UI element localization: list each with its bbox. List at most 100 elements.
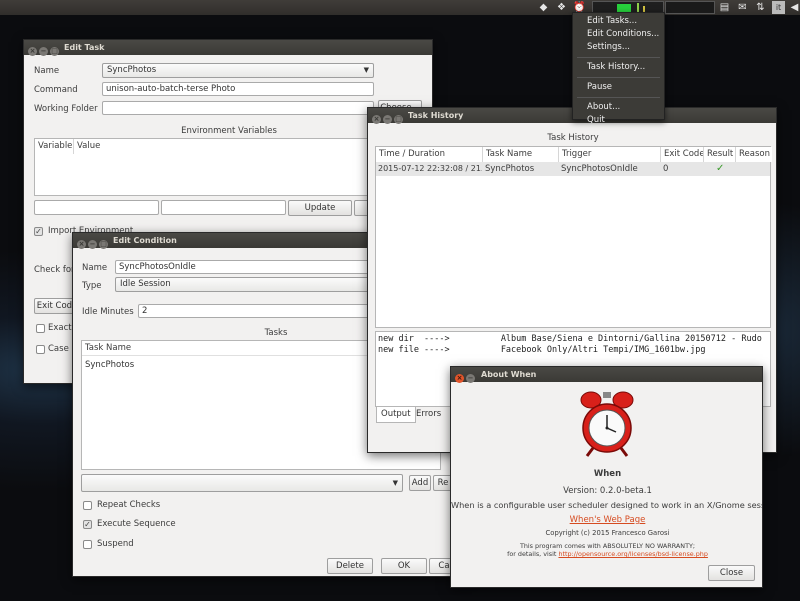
- license-link[interactable]: http://opensource.org/licenses/bsd-licen…: [558, 550, 707, 558]
- tab-output[interactable]: Output: [376, 407, 416, 423]
- about-titlebar: × − About When: [451, 367, 762, 383]
- value-input[interactable]: [161, 200, 286, 215]
- execute-sequence-label: Execute Sequence: [97, 519, 176, 529]
- minimize-icon[interactable]: −: [39, 47, 48, 56]
- close-icon[interactable]: ×: [77, 240, 86, 249]
- repeat-checks-label: Repeat Checks: [97, 500, 161, 510]
- window-title: Edit Condition: [113, 236, 177, 245]
- task-name-value: SyncPhotos: [107, 65, 157, 75]
- network-icon[interactable]: ◆: [537, 1, 550, 14]
- menu-item-about[interactable]: About...: [573, 101, 664, 114]
- delete-button[interactable]: Delete: [327, 558, 373, 574]
- menu-item-quit[interactable]: Quit: [573, 114, 664, 127]
- edit-task-titlebar: × − □ Edit Task: [24, 40, 432, 56]
- mail-icon[interactable]: ✉: [736, 1, 749, 14]
- transfer-icon[interactable]: ⇅: [754, 1, 767, 14]
- menu-item-edit-conditions[interactable]: Edit Conditions...: [573, 28, 664, 41]
- close-icon[interactable]: ×: [455, 374, 464, 383]
- row-exit-code: 0: [663, 164, 669, 174]
- tray-menu: Edit Tasks... Edit Conditions... Setting…: [572, 12, 665, 125]
- table-row[interactable]: 2015-07-12 22:32:08 / 21.34 SyncPhotos S…: [376, 162, 770, 176]
- network-meter: [665, 1, 715, 14]
- execute-sequence-checkbox[interactable]: ✓: [83, 520, 92, 529]
- type-label: Type: [82, 281, 102, 291]
- ok-button[interactable]: OK: [381, 558, 427, 574]
- name-label: Name: [34, 66, 60, 76]
- suspend-checkbox[interactable]: [83, 540, 92, 549]
- repeat-checks-checkbox[interactable]: [83, 501, 92, 510]
- app-version: Version: 0.2.0-beta.1: [563, 486, 652, 496]
- column-time-duration[interactable]: Time / Duration: [376, 147, 483, 162]
- menu-item-pause[interactable]: Pause: [573, 81, 664, 94]
- exact-match-checkbox[interactable]: [36, 324, 45, 333]
- check-for-label: Check for: [34, 265, 75, 275]
- menu-item-task-history[interactable]: Task History...: [573, 61, 664, 74]
- website-link[interactable]: When's Web Page: [451, 515, 762, 525]
- chevron-down-icon: ▼: [363, 66, 369, 74]
- close-icon[interactable]: ×: [28, 47, 37, 56]
- window-title: Edit Task: [64, 43, 105, 52]
- alarm-clock-logo-icon: [580, 391, 634, 457]
- idle-minutes-label: Idle Minutes: [82, 307, 134, 317]
- close-icon[interactable]: ×: [372, 115, 381, 124]
- window-title: Task History: [408, 111, 464, 120]
- warranty-notice: This program comes with ABSOLUTELY NO WA…: [519, 542, 696, 550]
- row-trigger: SyncPhotosOnIdle: [561, 164, 638, 174]
- working-folder-input[interactable]: [102, 101, 374, 115]
- column-variable[interactable]: Variable: [35, 139, 74, 154]
- history-section-title: Task History: [547, 133, 599, 143]
- add-task-button[interactable]: Add: [409, 475, 431, 491]
- row-time: 2015-07-12 22:32:08 / 21.34: [378, 164, 482, 173]
- column-exit-code[interactable]: Exit Code: [661, 147, 704, 162]
- column-reason[interactable]: Reason: [736, 147, 772, 162]
- import-environment-checkbox[interactable]: ✓: [34, 227, 43, 236]
- copyright: Copyright (c) 2015 Francesco Garosi: [545, 529, 670, 537]
- column-task-name[interactable]: Task Name: [483, 147, 559, 162]
- app-name: When: [593, 469, 622, 479]
- sound-icon[interactable]: ◀: [788, 1, 800, 14]
- license-prefix: for details, visit: [507, 550, 559, 558]
- success-check-icon: ✓: [716, 163, 725, 174]
- row-task: SyncPhotos: [485, 164, 535, 174]
- case-sensitive-checkbox[interactable]: [36, 345, 45, 354]
- maximize-icon[interactable]: □: [394, 115, 403, 124]
- menu-item-edit-tasks[interactable]: Edit Tasks...: [573, 15, 664, 28]
- close-button[interactable]: Close: [708, 565, 755, 581]
- column-result[interactable]: Result: [704, 147, 736, 162]
- maximize-icon[interactable]: □: [99, 240, 108, 249]
- minimize-icon[interactable]: −: [466, 374, 475, 383]
- history-table[interactable]: Time / Duration Task Name Trigger Exit C…: [375, 146, 772, 328]
- output-line: new file ----> Facebook Only/Altri Tempi…: [378, 345, 706, 355]
- suspend-label: Suspend: [97, 539, 134, 549]
- chevron-down-icon: ▼: [392, 479, 398, 487]
- license-line: for details, visit http://opensource.org…: [451, 550, 762, 558]
- maximize-icon[interactable]: □: [50, 47, 59, 56]
- output-line: new dir ----> Album Base/Siena e Dintorn…: [378, 334, 762, 344]
- minimize-icon[interactable]: −: [88, 240, 97, 249]
- condition-type-value: Idle Session: [120, 279, 171, 289]
- app-description: When is a configurable user scheduler de…: [451, 500, 763, 510]
- environment-table[interactable]: Variable Value: [34, 138, 423, 196]
- working-folder-label: Working Folder: [34, 104, 98, 114]
- variable-input[interactable]: [34, 200, 159, 215]
- column-trigger[interactable]: Trigger: [559, 147, 661, 162]
- minimize-icon[interactable]: −: [383, 115, 392, 124]
- command-input[interactable]: unison-auto-batch-terse Photo: [102, 82, 374, 96]
- task-row[interactable]: SyncPhotos: [85, 360, 134, 370]
- menu-separator: [577, 77, 660, 78]
- menu-separator: [577, 97, 660, 98]
- update-button[interactable]: Update: [288, 200, 352, 216]
- tab-errors[interactable]: Errors: [412, 407, 445, 423]
- notes-icon[interactable]: ▤: [718, 1, 731, 14]
- window-title: About When: [481, 370, 537, 379]
- task-name-combo[interactable]: SyncPhotos ▼: [102, 63, 374, 78]
- menu-item-settings[interactable]: Settings...: [573, 41, 664, 54]
- dropbox-icon[interactable]: ❖: [555, 1, 568, 14]
- about-window: × − About When When Version: 0.2.0-beta.1…: [450, 366, 763, 588]
- keyboard-layout-icon[interactable]: it: [772, 1, 785, 14]
- name-label: Name: [82, 263, 108, 273]
- add-task-combo[interactable]: ▼: [81, 474, 403, 492]
- command-label: Command: [34, 85, 78, 95]
- top-panel: ◆ ❖ ⏰ ▤ ✉ ⇅ it ◀: [0, 0, 800, 15]
- menu-separator: [577, 57, 660, 58]
